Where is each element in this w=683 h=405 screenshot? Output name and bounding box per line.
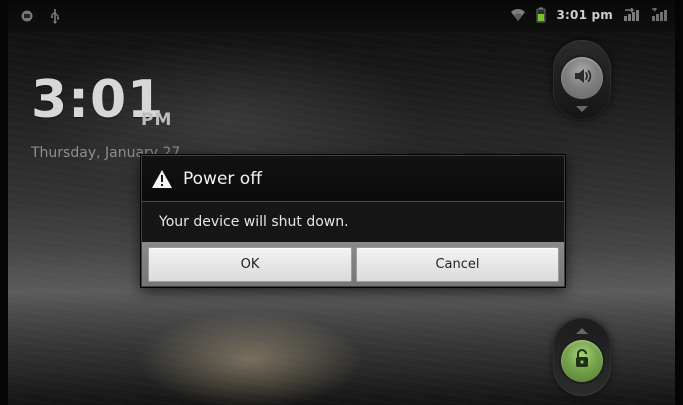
status-time: 3:01 pm <box>556 8 613 22</box>
clock-ampm: PM <box>141 110 173 130</box>
android-notification-icon <box>20 9 34 23</box>
lock-clock: 3:01 PM <box>31 74 171 130</box>
right-bezel <box>675 0 683 405</box>
dialog-message: Your device will shut down. <box>159 214 349 230</box>
unlock-slider[interactable] <box>553 318 611 396</box>
status-left-icons <box>20 8 62 24</box>
signal-icon-1 <box>623 8 641 22</box>
volume-icon <box>570 64 594 92</box>
power-off-dialog: Power off Your device will shut down. OK… <box>141 155 565 287</box>
lock-screen: 3:01 pm 3:01 PM Thursday, January 27 Pow… <box>0 0 683 405</box>
dialog-title: Power off <box>183 168 262 189</box>
wifi-icon <box>510 8 526 22</box>
cancel-button[interactable]: Cancel <box>356 247 559 282</box>
signal-icon-2 <box>651 8 669 22</box>
battery-icon <box>536 7 546 23</box>
ok-button[interactable]: OK <box>148 247 352 282</box>
usb-icon <box>48 8 62 24</box>
left-bezel <box>0 0 8 405</box>
dialog-buttons: OK Cancel <box>142 242 564 286</box>
dialog-body: Your device will shut down. <box>142 202 564 242</box>
volume-knob[interactable] <box>561 57 603 99</box>
unlock-up-arrow-icon <box>576 328 588 334</box>
volume-down-arrow-icon <box>576 106 588 112</box>
status-right-icons: 3:01 pm <box>510 7 669 23</box>
dialog-header: Power off <box>142 156 564 202</box>
unlock-icon <box>570 347 594 375</box>
status-bar: 3:01 pm <box>8 0 675 32</box>
volume-slider[interactable] <box>553 40 611 120</box>
warning-icon <box>151 168 173 190</box>
unlock-knob[interactable] <box>561 340 603 382</box>
